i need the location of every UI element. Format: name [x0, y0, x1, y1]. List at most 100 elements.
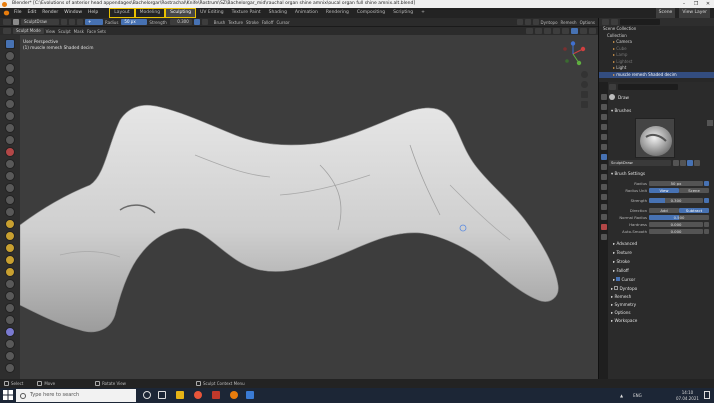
- texture-subpanel[interactable]: ▸ Texture: [613, 250, 632, 255]
- direction-subtract-button[interactable]: Subtract: [679, 207, 709, 213]
- tray-network-icon[interactable]: ▲: [620, 393, 623, 398]
- mode-selector[interactable]: Sculpt Mode: [13, 28, 44, 34]
- brush-unlink-icon[interactable]: [694, 160, 700, 166]
- blob-tool-icon[interactable]: [5, 123, 15, 133]
- overlay-icon[interactable]: [544, 28, 551, 34]
- tab-animation[interactable]: Animation: [291, 8, 322, 18]
- remesh-dropdown[interactable]: Remesh: [561, 20, 577, 25]
- hardness-slider[interactable]: 0.000: [649, 221, 703, 227]
- pan-icon[interactable]: [581, 81, 588, 88]
- direction-add-button[interactable]: +: [85, 19, 103, 25]
- remesh-panel-header[interactable]: ▸ Remesh: [611, 294, 631, 299]
- view-layer-selector[interactable]: View Layer: [679, 8, 710, 18]
- brush-fake-user-icon[interactable]: [673, 160, 679, 166]
- clay-strips-tool-icon[interactable]: [5, 75, 15, 85]
- draw-tool-icon[interactable]: [5, 39, 15, 49]
- falloff-subpanel[interactable]: ▸ Falloff: [613, 268, 629, 273]
- texture-tab-icon[interactable]: [600, 234, 607, 240]
- pressure-toggle-icon[interactable]: [201, 19, 208, 25]
- minimize-button[interactable]: –: [678, 0, 690, 8]
- physics-tab-icon[interactable]: [600, 194, 607, 200]
- brush-dropdown[interactable]: Brush: [214, 20, 226, 25]
- delete-brush-icon[interactable]: [77, 19, 83, 25]
- tab-texture-paint[interactable]: Texture Paint: [228, 8, 265, 18]
- brush-preview-thumbnail[interactable]: [635, 118, 675, 158]
- brush-icon[interactable]: [13, 19, 19, 25]
- multiplane-scrape-tool-icon[interactable]: [5, 195, 15, 205]
- direction-add-button[interactable]: Add: [649, 207, 679, 213]
- particles-tab-icon[interactable]: [600, 184, 607, 190]
- data-tab-icon[interactable]: [600, 214, 607, 220]
- fake-user-icon[interactable]: [61, 19, 67, 25]
- dyntopo-panel-header[interactable]: ▸ Dyntopo: [611, 286, 637, 291]
- menu-help[interactable]: Help: [85, 8, 101, 18]
- properties-search-input[interactable]: [618, 83, 678, 90]
- menu-file[interactable]: File: [11, 8, 25, 18]
- properties-editor-icon[interactable]: [609, 83, 616, 90]
- tab-layout[interactable]: Layout: [109, 8, 135, 18]
- menu-render[interactable]: Render: [39, 8, 61, 18]
- menu-window[interactable]: Window: [61, 8, 85, 18]
- brush-list-expand-icon[interactable]: [707, 120, 713, 126]
- menu-mask[interactable]: Mask: [74, 29, 84, 34]
- 3d-viewport[interactable]: [20, 35, 598, 379]
- new-brush-icon[interactable]: [69, 19, 75, 25]
- strength-slider[interactable]: 0.300: [649, 197, 703, 203]
- inflate-tool-icon[interactable]: [5, 111, 15, 121]
- xray-icon[interactable]: [553, 28, 560, 34]
- cloth-tool-icon[interactable]: [5, 327, 15, 337]
- layer-tool-icon[interactable]: [5, 99, 15, 109]
- camera-view-icon[interactable]: [581, 91, 588, 98]
- rotate-tool-icon[interactable]: [5, 291, 15, 301]
- grab-tool-icon[interactable]: [5, 219, 15, 229]
- options-panel-header[interactable]: ▸ Options: [611, 310, 631, 315]
- outliner-row[interactable]: ▸ muscle remesh Shaded decim: [599, 71, 714, 78]
- constraints-tab-icon[interactable]: [600, 204, 607, 210]
- boundary-tool-icon[interactable]: [5, 315, 15, 325]
- visibility-icon[interactable]: [526, 28, 533, 34]
- stroke-subpanel[interactable]: ▸ Stroke: [613, 259, 630, 264]
- tab-rendering[interactable]: Rendering: [322, 8, 353, 18]
- modifier-tab-icon[interactable]: [600, 174, 607, 180]
- object-tab-icon[interactable]: [600, 164, 607, 170]
- material-tab-icon[interactable]: [600, 224, 607, 230]
- snake-hook-tool-icon[interactable]: [5, 243, 15, 253]
- shading-solid-icon[interactable]: [571, 28, 578, 34]
- navigation-gizmo[interactable]: [558, 41, 588, 67]
- tool-tab-icon[interactable]: [600, 94, 607, 100]
- workspace-panel-header[interactable]: ▸ Workspace: [611, 318, 637, 323]
- taskbar-search-input[interactable]: Type here to search: [16, 389, 136, 402]
- texture-dropdown[interactable]: Texture: [228, 20, 243, 25]
- symmetry-y-icon[interactable]: [524, 19, 531, 25]
- dyntopo-checkbox[interactable]: [614, 286, 619, 290]
- menu-view[interactable]: View: [46, 29, 56, 34]
- autosmooth-pressure-icon[interactable]: [704, 228, 709, 234]
- world-tab-icon[interactable]: [600, 144, 607, 150]
- maximize-button[interactable]: ❐: [690, 0, 702, 8]
- sculpt-mesh[interactable]: [20, 35, 598, 379]
- options-dropdown[interactable]: Options: [580, 20, 595, 25]
- draw-sharp-tool-icon[interactable]: [5, 51, 15, 61]
- brush-users-icon[interactable]: [687, 160, 693, 166]
- cortana-icon[interactable]: [143, 391, 151, 399]
- outliner-search-input[interactable]: [620, 19, 660, 25]
- render-tab-icon[interactable]: [600, 104, 607, 110]
- firefox-icon[interactable]: [194, 391, 202, 399]
- clay-tool-icon[interactable]: [5, 63, 15, 73]
- close-button[interactable]: ✕: [702, 0, 714, 8]
- brush-settings-panel-header[interactable]: ▾ Brush Settings: [611, 171, 645, 176]
- fill-tool-icon[interactable]: [5, 171, 15, 181]
- brush-name-field[interactable]: SculptDraw: [609, 160, 671, 166]
- active-tool-tab-icon[interactable]: [600, 154, 607, 160]
- autosmooth-slider[interactable]: 0.000: [649, 228, 703, 234]
- simplify-tool-icon[interactable]: [5, 339, 15, 349]
- folder-taskbar-icon[interactable]: [246, 391, 254, 399]
- strength-field[interactable]: 0.300: [169, 19, 192, 25]
- clay-thumb-tool-icon[interactable]: [5, 87, 15, 97]
- scene-tab-icon[interactable]: [600, 134, 607, 140]
- cursor-subpanel[interactable]: ▸ Cursor: [613, 277, 635, 282]
- normal-radius-slider[interactable]: 0.500: [649, 214, 709, 220]
- tab-scripting[interactable]: Scripting: [389, 8, 417, 18]
- symmetry-z-icon[interactable]: [532, 19, 539, 25]
- crease-tool-icon[interactable]: [5, 135, 15, 145]
